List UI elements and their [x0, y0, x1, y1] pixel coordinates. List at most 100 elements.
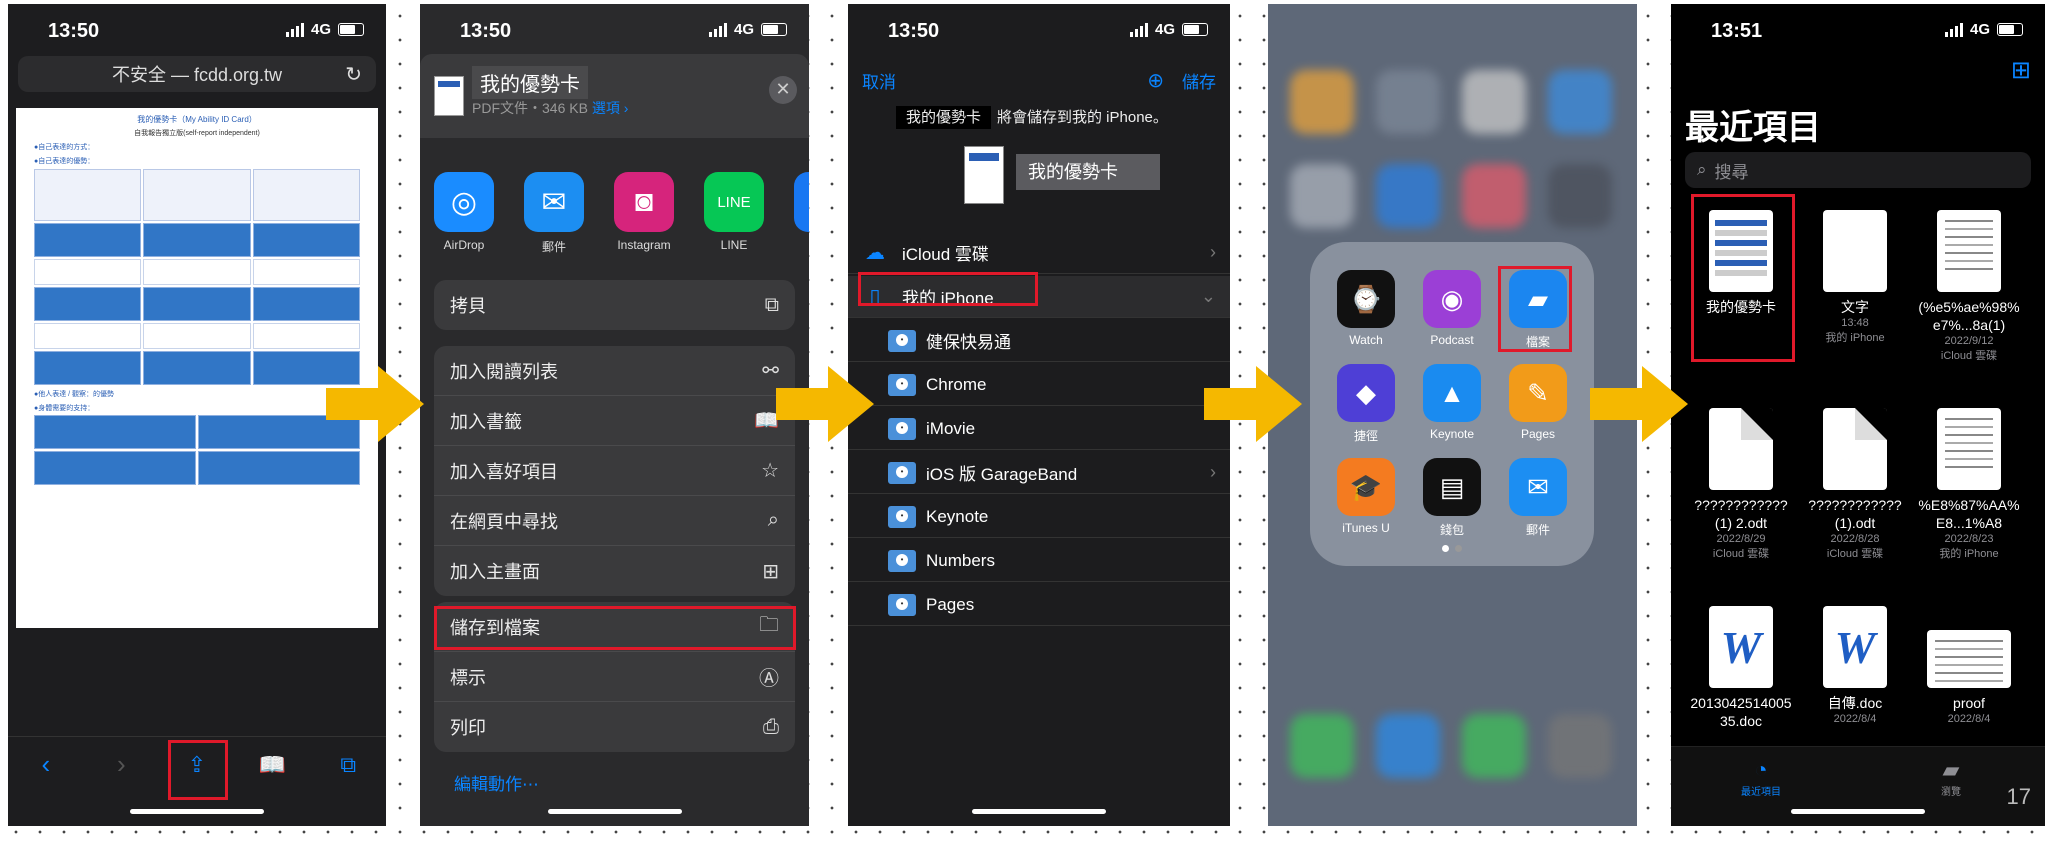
- share-app-fa[interactable]: f Fa: [794, 172, 809, 255]
- folder-icon: •: [888, 373, 916, 396]
- location-item[interactable]: • iMovie: [848, 408, 1230, 450]
- action-group: 拷貝 ⧉: [434, 280, 795, 330]
- action-label: 在網頁中尋找: [450, 511, 558, 532]
- file-name: 201304251400535.doc: [1690, 695, 1792, 729]
- folder-app-pages[interactable]: ✎ Pages: [1508, 364, 1568, 441]
- file-location: iCloud 雲碟: [1712, 548, 1770, 560]
- tab-browse[interactable]: ▰ 瀏覽: [1941, 757, 1961, 798]
- folder-app-shortcuts[interactable]: ◆ 捷徑: [1336, 364, 1396, 444]
- folder-app-watch[interactable]: ⌚ Watch: [1336, 270, 1396, 347]
- options-link[interactable]: 選項 ›: [592, 100, 629, 116]
- folder-app-keynote[interactable]: ▲ Keynote: [1422, 364, 1482, 441]
- action-star[interactable]: 加入喜好項目 ☆: [434, 446, 795, 496]
- file-name: %E8%87%AA%E8...1%A8: [1918, 497, 2020, 531]
- search-input[interactable]: ⌕ 搜尋: [1685, 152, 2031, 188]
- watch-icon: ⌚: [1337, 270, 1395, 328]
- grid-view-icon[interactable]: ⊞: [2011, 56, 2031, 85]
- file-item[interactable]: W 201304251400535.doc: [1689, 606, 1793, 730]
- address-bar[interactable]: 不安全 — fcdd.org.tw ↻: [18, 56, 376, 92]
- folder-app-itunes-u[interactable]: 🎓 iTunes U: [1336, 458, 1396, 535]
- blurred-app-icon: [1290, 70, 1354, 134]
- share-sheet-header: 我的優勢卡 PDF文件・346 KB 選項 › ✕: [420, 54, 809, 138]
- bookmarks-icon[interactable]: 📖: [253, 752, 293, 778]
- action-glasses[interactable]: 加入閱讀列表 ⚯: [434, 346, 795, 396]
- file-item[interactable]: %E8%87%AA%E8...1%A8 2022/8/23 我的 iPhone: [1917, 408, 2021, 562]
- cloud-icon: ☁: [865, 242, 885, 264]
- folder-app-wallet[interactable]: ▤ 錢包: [1422, 458, 1482, 538]
- location-item[interactable]: • Pages: [848, 584, 1230, 626]
- cancel-button[interactable]: 取消: [862, 68, 896, 93]
- blurred-dock-icon: [1290, 714, 1354, 778]
- location-item[interactable]: • iOS 版 GarageBand ›: [848, 452, 1230, 494]
- save-button[interactable]: 儲存: [1182, 68, 1216, 93]
- location-item[interactable]: • Numbers: [848, 540, 1230, 582]
- share-sheet-screen: 13:50 4G 我的優勢卡 PDF文件・346 KB 選項 › ✕ ◎ AirD…: [420, 4, 809, 826]
- folder-icon: •: [888, 549, 916, 572]
- card-cell: [143, 287, 251, 321]
- folder-app-podcast[interactable]: ◉ Podcast: [1422, 270, 1482, 347]
- status-bar: 13:50 4G: [848, 4, 1230, 56]
- home-indicator: [130, 809, 264, 814]
- file-item[interactable]: W 自傳.doc 2022/8/4: [1803, 606, 1907, 727]
- location-item[interactable]: • Keynote: [848, 496, 1230, 538]
- folder-app-label: iTunes U: [1342, 521, 1390, 535]
- file-thumbnail: [1937, 210, 2001, 292]
- new-folder-icon[interactable]: ⊕: [1147, 68, 1164, 93]
- file-thumbnail: [1709, 408, 1773, 490]
- action-printer[interactable]: 列印 ⎙: [434, 702, 795, 752]
- home-indicator: [547, 809, 682, 814]
- status-bar: 13:50 4G: [8, 4, 386, 56]
- file-item[interactable]: proof 2022/8/4: [1917, 606, 2021, 727]
- location-label: Keynote: [926, 506, 989, 526]
- share-app-label: LINE: [720, 238, 748, 252]
- blurred-dock-icon: [1376, 714, 1440, 778]
- network-label: 4G: [1969, 21, 1990, 38]
- file-item[interactable]: ????????????(1) 2.odt 2022/8/29 iCloud 雲碟: [1689, 408, 1793, 562]
- location-item[interactable]: • Chrome: [848, 364, 1230, 406]
- location-label: Pages: [926, 594, 975, 614]
- action-add-square[interactable]: 加入主畫面 ⊞: [434, 546, 795, 596]
- close-button[interactable]: ✕: [769, 76, 797, 104]
- instagram-icon: ◙: [614, 172, 674, 232]
- share-app-row: ◎ AirDrop ✉ 郵件 ◙ Instagram LINE LINE f Fa: [434, 172, 809, 255]
- share-app-郵件[interactable]: ✉ 郵件: [524, 172, 584, 255]
- forward-icon[interactable]: ›: [101, 749, 141, 780]
- folder-icon: •: [888, 505, 916, 528]
- action-label: 加入書籤: [450, 411, 522, 432]
- page-dots: [1442, 545, 1462, 552]
- action-copy[interactable]: 拷貝 ⧉: [434, 280, 795, 330]
- share-app-label: 郵件: [541, 240, 566, 254]
- location-item[interactable]: • 健保快易通: [848, 320, 1230, 362]
- action-markup[interactable]: 標示 Ⓐ: [434, 652, 795, 702]
- share-app-airdrop[interactable]: ◎ AirDrop: [434, 172, 494, 255]
- action-find[interactable]: 在網頁中尋找 ⌕: [434, 496, 795, 546]
- file-item[interactable]: (%e5%ae%98%e7%...8a(1) 2022/9/12 iCloud 雲碟: [1917, 210, 2021, 364]
- mail-icon: ✉: [524, 172, 584, 232]
- edit-actions-link[interactable]: 編輯動作⋯: [454, 770, 539, 795]
- share-app-line[interactable]: LINE LINE: [704, 172, 764, 255]
- blurred-app-icon: [1376, 70, 1440, 134]
- folder-app-mail[interactable]: ✉ 郵件: [1508, 458, 1568, 538]
- tabs-icon[interactable]: ⧉: [328, 752, 368, 778]
- tab-recents[interactable]: ◔ 最近項目: [1741, 757, 1781, 798]
- file-thumbnail: [1937, 408, 2001, 490]
- files-recents-screen: 13:51 4G ⊞ 最近項目 ⌕ 搜尋 我的優勢卡 文字 13:48 我的 iPhon…: [1671, 4, 2045, 826]
- file-item[interactable]: 文字 13:48 我的 iPhone: [1803, 210, 1907, 346]
- battery-icon: [338, 23, 364, 36]
- arrow-right-icon: [1204, 366, 1302, 442]
- location-item[interactable]: ☁ iCloud 雲碟 ›: [848, 232, 1230, 274]
- share-app-instagram[interactable]: ◙ Instagram: [614, 172, 674, 255]
- page-heading: 我的優勢卡（My Ability ID Card）: [137, 115, 257, 124]
- file-item[interactable]: ????????????(1).odt 2022/8/28 iCloud 雲碟: [1803, 408, 1907, 562]
- battery-icon: [1997, 23, 2023, 36]
- file-date: 2022/8/23: [1944, 533, 1994, 545]
- find-icon: ⌕: [767, 509, 779, 531]
- reload-icon[interactable]: ↻: [345, 62, 362, 87]
- itunes-u-icon: 🎓: [1337, 458, 1395, 516]
- card-cell: [198, 451, 360, 485]
- network-label: 4G: [733, 21, 754, 38]
- action-book[interactable]: 加入書籤 📖: [434, 396, 795, 446]
- back-icon[interactable]: ‹: [26, 749, 66, 780]
- file-name-field[interactable]: 我的優勢卡: [1016, 154, 1160, 190]
- card-cell: [34, 415, 196, 449]
